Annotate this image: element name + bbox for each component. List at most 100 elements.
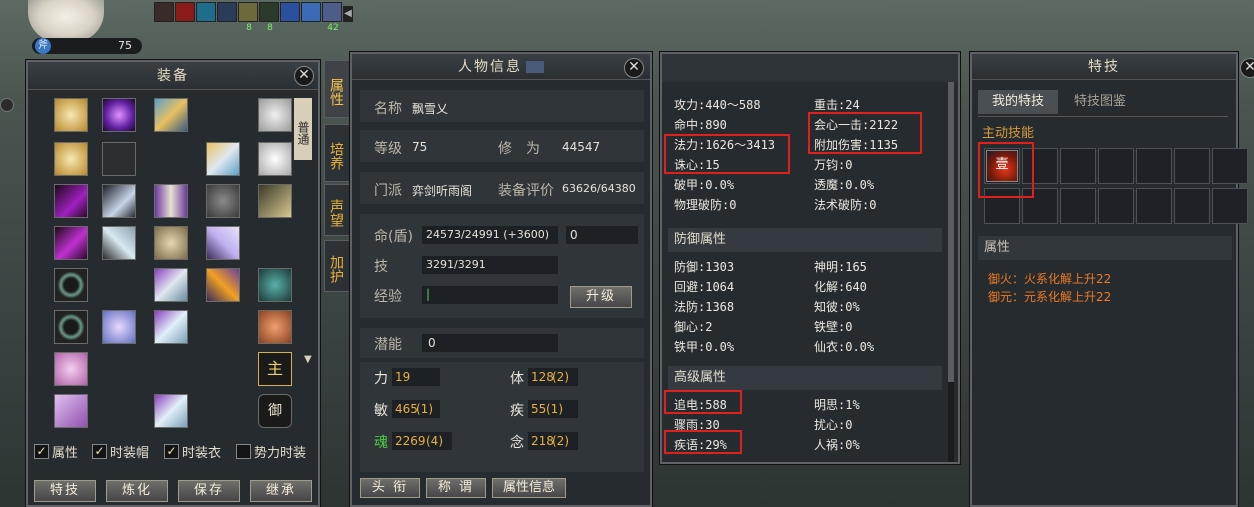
stat-defense_left-0: 防御:1303 xyxy=(674,260,735,274)
buff-icon-9[interactable]: 42 xyxy=(322,2,342,33)
appellation-button[interactable]: 称 谓 xyxy=(426,478,486,498)
pet-slot-2[interactable] xyxy=(258,310,292,344)
equip-slot-6[interactable] xyxy=(54,310,88,344)
skill-slot[interactable] xyxy=(1060,148,1096,184)
buff-icon-6[interactable]: 8 xyxy=(259,2,279,33)
checkbox-faction-fashion-box[interactable] xyxy=(236,444,251,459)
equip-slot-1[interactable] xyxy=(54,98,88,132)
tab-reputation[interactable]: 声望 xyxy=(324,184,350,236)
skill-slot[interactable] xyxy=(1098,148,1134,184)
buff-icon-7[interactable] xyxy=(280,2,300,22)
skill-slot[interactable] xyxy=(1060,188,1096,224)
equip-slot-19[interactable] xyxy=(206,142,240,176)
save-button[interactable]: 保存 xyxy=(178,480,240,502)
equip-slot-22[interactable] xyxy=(206,268,240,302)
stat-defense_right-0: 神明:165 xyxy=(814,260,867,274)
hp-label: 命(盾) xyxy=(374,229,413,245)
equip-slot-16[interactable] xyxy=(154,268,188,302)
highlight-chant xyxy=(664,430,742,454)
attr-agi-label: 敏 xyxy=(374,403,388,419)
tab-skill-catalog[interactable]: 特技图鉴 xyxy=(1060,90,1140,114)
buff-icon-2[interactable] xyxy=(175,2,195,22)
buff-icon-8[interactable] xyxy=(301,2,321,22)
equip-slot-17[interactable] xyxy=(154,310,188,344)
attr-spd-value: 55 xyxy=(531,402,547,416)
equip-slot-8[interactable] xyxy=(54,394,88,428)
equip-slot-3[interactable] xyxy=(54,184,88,218)
equip-slot-20[interactable] xyxy=(206,184,240,218)
stat-attack_lines_left-4: 破甲:0.0% xyxy=(674,178,735,192)
equipment-panel: 装备 ✕ 主 御 普通 ▼ ✓ 属性 ✓ 时装帽 ✓ 时装衣 势力时装 特技 炼化 保… xyxy=(26,60,320,507)
equip-slot-2[interactable] xyxy=(54,142,88,176)
refine-button[interactable]: 炼化 xyxy=(106,480,168,502)
close-icon[interactable]: ✕ xyxy=(294,66,314,86)
equip-slot-14[interactable] xyxy=(154,184,188,218)
equip-slot-18[interactable] xyxy=(154,394,188,428)
inherit-button[interactable]: 继承 xyxy=(250,480,312,502)
equip-slot-24[interactable] xyxy=(258,142,292,176)
list-icon[interactable] xyxy=(526,61,544,73)
tab-cultivate[interactable]: 培养 xyxy=(324,124,350,182)
skill-slot[interactable] xyxy=(1098,188,1134,224)
buff-collapse-arrow-icon[interactable]: ◀ xyxy=(343,6,353,22)
dropdown-arrow-icon[interactable]: ▼ xyxy=(304,354,312,365)
skill-slot[interactable] xyxy=(1136,148,1172,184)
character-info-title: 人物信息 xyxy=(458,59,522,75)
tab-divider xyxy=(978,116,1228,117)
checkbox-fashion-hat[interactable]: ✓ 时装帽 xyxy=(92,442,149,461)
style-tab[interactable]: 普通 xyxy=(294,98,312,160)
cultivation-label: 修 为 xyxy=(498,141,540,157)
stat-attack_lines_left-1: 命中:890 xyxy=(674,118,727,132)
equip-slot-13[interactable] xyxy=(154,98,188,132)
close-icon[interactable]: ✕ xyxy=(1240,58,1254,78)
close-icon[interactable]: ✕ xyxy=(624,58,644,78)
equip-slot-12[interactable] xyxy=(102,310,136,344)
scrollbar-thumb[interactable] xyxy=(948,82,954,382)
buff-icon-5[interactable]: 8 xyxy=(238,2,258,33)
special-skill-button[interactable]: 特技 xyxy=(34,480,96,502)
equip-slot-11[interactable] xyxy=(102,226,136,260)
attr-con-value: 128 xyxy=(531,370,554,384)
equip-slot-23[interactable] xyxy=(258,98,292,132)
buff-icon-3[interactable] xyxy=(196,2,216,22)
skill-slot[interactable] xyxy=(1174,188,1210,224)
buff-count: 8 xyxy=(267,23,273,33)
ride-slot-badge[interactable]: 御 xyxy=(258,394,292,428)
title-button[interactable]: 头 衔 xyxy=(360,478,420,498)
checkbox-faction-fashion[interactable]: 势力时装 xyxy=(236,442,306,461)
player-portrait[interactable] xyxy=(28,0,104,42)
stat-defense_right-4: 仙衣:0.0% xyxy=(814,340,875,354)
checkbox-attr-box[interactable]: ✓ xyxy=(34,444,49,459)
checkbox-fashion-clothes-box[interactable]: ✓ xyxy=(164,444,179,459)
buff-icon-1[interactable] xyxy=(154,2,174,22)
main-slot-badge[interactable]: 主 xyxy=(258,352,292,386)
checkbox-attr[interactable]: ✓ 属性 xyxy=(34,442,78,461)
equip-slot-10[interactable] xyxy=(102,184,136,218)
equip-slot-15[interactable] xyxy=(154,226,188,260)
buff-icon-4[interactable] xyxy=(217,2,237,22)
skill-slot[interactable] xyxy=(1174,148,1210,184)
checkbox-fashion-hat-box[interactable]: ✓ xyxy=(92,444,107,459)
equip-slot-5[interactable] xyxy=(54,268,88,302)
skill-attr-label: 属性 xyxy=(978,236,1232,260)
tab-attributes[interactable]: 属性 xyxy=(324,60,350,118)
skill-slot[interactable] xyxy=(1212,148,1248,184)
equip-slot-empty[interactable] xyxy=(102,142,136,176)
highlight-skill xyxy=(978,142,1034,198)
equip-slot-21[interactable] xyxy=(206,226,240,260)
equip-slot-9[interactable] xyxy=(102,98,136,132)
exp-label: 经验 xyxy=(374,289,402,305)
pet-slot-1[interactable] xyxy=(258,268,292,302)
equip-slot-4[interactable] xyxy=(54,226,88,260)
equip-slot-7[interactable] xyxy=(54,352,88,386)
attr-str-label: 力 xyxy=(374,371,388,387)
skill-slot[interactable] xyxy=(1212,188,1248,224)
checkbox-fashion-clothes[interactable]: ✓ 时装衣 xyxy=(164,442,221,461)
skill-slot[interactable] xyxy=(1136,188,1172,224)
side-marker-icon[interactable] xyxy=(0,98,14,112)
levelup-button[interactable]: 升级 xyxy=(570,286,632,308)
tab-my-skills[interactable]: 我的特技 xyxy=(978,90,1058,114)
equip-slot-25[interactable] xyxy=(258,184,292,218)
attribute-info-button[interactable]: 属性信息 xyxy=(492,478,566,498)
tab-protection[interactable]: 加护 xyxy=(324,240,350,292)
